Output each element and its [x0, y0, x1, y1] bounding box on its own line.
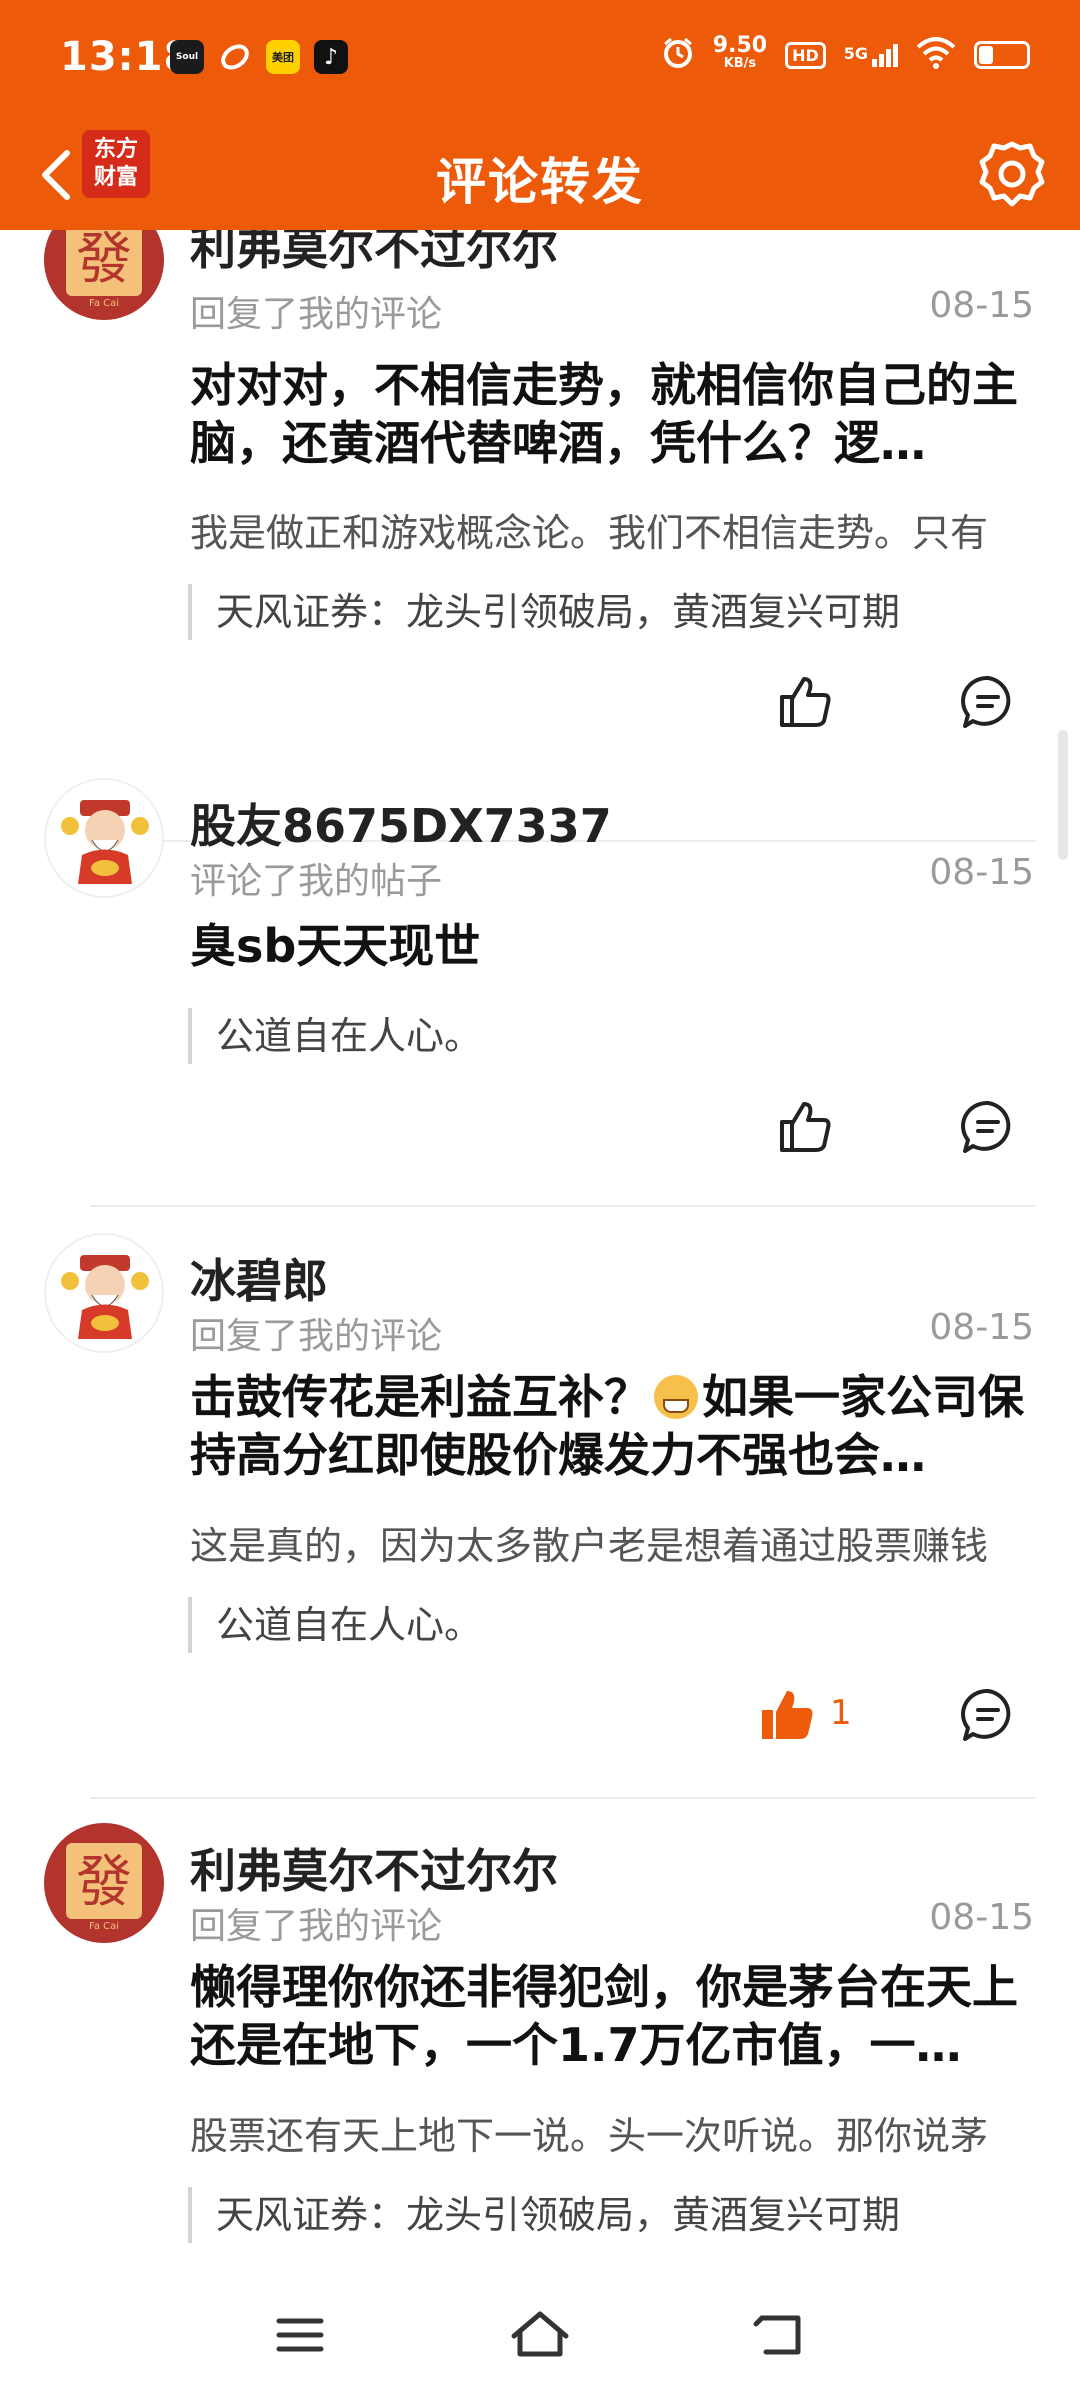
gear-icon [979, 141, 1045, 207]
menu-button[interactable] [260, 2300, 340, 2370]
comment-button[interactable] [953, 1680, 1023, 1750]
list-item[interactable]: 股友8675DX7337 评论了我的帖子 08-15 臭sb天天现世 公道自在人… [0, 770, 1080, 1225]
comment-list[interactable]: 發 Fa Cai 利弗莫尔不过尔尔 回复了我的评论 08-15 对对对，不相信走… [0, 230, 1080, 2280]
date: 08-15 [929, 285, 1034, 326]
comment-button[interactable] [953, 667, 1023, 737]
thumbs-up-filled-icon [762, 1691, 813, 1739]
top-navbar: 东方 财富 评论转发 [0, 120, 1080, 230]
page-title: 评论转发 [436, 153, 644, 211]
svg-text:Fa Cai: Fa Cai [89, 298, 119, 309]
quoted-post[interactable]: 公道自在人心。 [188, 1597, 1038, 1653]
wifi-icon [916, 37, 956, 73]
action-text: 回复了我的评论 [190, 1906, 443, 1947]
douyin-app-icon: ♪ [314, 40, 348, 74]
divider [90, 1797, 1036, 1799]
cellular-signal-icon: 5G [844, 43, 898, 67]
like-button[interactable] [770, 1092, 840, 1162]
like-button[interactable] [752, 1680, 822, 1750]
quoted-post[interactable]: 天风证券：龙头引领破局，黄酒复兴可期 [188, 2187, 1038, 2243]
link-app-icon [218, 40, 252, 74]
status-bar: 13:18 Soul 美团 ♪ 9.50 KB/s HD 5G [0, 0, 1080, 120]
caishen-avatar-icon [61, 800, 149, 884]
reply-text[interactable]: 对对对，不相信走势，就相信你自己的主脑，还黄酒代替啤酒，凭什么？逻… [190, 356, 1030, 472]
back-nav-button[interactable] [740, 2300, 820, 2370]
alarm-icon [661, 36, 695, 74]
user-name[interactable]: 股友8675DX7337 [190, 790, 612, 856]
system-nav-bar [0, 2280, 1080, 2400]
home-button[interactable] [500, 2300, 580, 2370]
soul-app-icon: Soul [170, 40, 204, 74]
reply-text[interactable]: 击鼓传花是利益互补？ 如果一家公司保持高分红即使股价爆发力不强也会… [190, 1368, 1030, 1484]
scrollbar[interactable] [1058, 730, 1068, 860]
user-name[interactable]: 利弗莫尔不过尔尔 [190, 230, 558, 278]
reply-text[interactable]: 臭sb天天现世 [190, 917, 1030, 975]
action-text: 回复了我的评论 [190, 294, 443, 335]
battery-icon [974, 41, 1030, 69]
avatar[interactable]: 發 Fa Cai [44, 230, 164, 320]
fa-cai-avatar-icon: 發 Fa Cai [66, 1843, 142, 1932]
avatar[interactable] [44, 778, 164, 898]
hd-badge: HD [785, 41, 826, 69]
home-icon [511, 2311, 569, 2357]
avatar[interactable]: 發 Fa Cai [44, 1823, 164, 1943]
svg-text:發: 發 [76, 1850, 132, 1915]
quoted-post[interactable]: 公道自在人心。 [188, 1008, 1038, 1064]
original-comment[interactable]: 股票还有天上地下一说。头一次听说。那你说茅 [190, 2105, 1036, 2160]
comment-icon [961, 1100, 1011, 1153]
action-text: 回复了我的评论 [190, 1316, 443, 1357]
divider [90, 1205, 1036, 1207]
comment-button[interactable] [953, 1092, 1023, 1162]
action-text: 评论了我的帖子 [190, 861, 443, 902]
notification-icons: Soul 美团 ♪ [170, 40, 348, 74]
quoted-post[interactable]: 天风证券：龙头引领破局，黄酒复兴可期 [188, 584, 1038, 640]
original-comment[interactable]: 这是真的，因为太多散户老是想着通过股票赚钱 [190, 1515, 1036, 1570]
date: 08-15 [929, 852, 1034, 893]
user-name[interactable]: 利弗莫尔不过尔尔 [190, 1835, 558, 1901]
system-status: 9.50 KB/s HD 5G [661, 33, 1030, 74]
thumbs-up-icon [780, 1102, 831, 1152]
date: 08-15 [929, 1897, 1034, 1938]
user-name[interactable]: 冰碧郎 [190, 1245, 328, 1311]
back-icon [753, 2315, 801, 2355]
comment-icon [961, 675, 1011, 728]
svg-text:發: 發 [76, 230, 132, 292]
network-speed: 9.50 KB/s [712, 33, 768, 72]
date: 08-15 [929, 1307, 1034, 1348]
settings-button[interactable] [972, 134, 1052, 214]
like-button[interactable] [770, 667, 840, 737]
menu-icon [276, 2318, 324, 2352]
list-item[interactable]: 冰碧郎 回复了我的评论 08-15 击鼓传花是利益互补？ 如果一家公司保持高分红即… [0, 1225, 1080, 1815]
avatar[interactable] [44, 1233, 164, 1353]
svg-text:Fa Cai: Fa Cai [89, 1921, 119, 1932]
thumbs-up-icon [780, 677, 831, 727]
meituan-app-icon: 美团 [266, 40, 300, 74]
list-item[interactable]: 發 Fa Cai 利弗莫尔不过尔尔 回复了我的评论 08-15 懒得理你你还非得… [0, 1815, 1080, 2280]
like-count: 1 [830, 1693, 852, 1733]
comment-icon [961, 1688, 1011, 1741]
grin-emoji-icon [654, 1375, 698, 1419]
reply-text[interactable]: 懒得理你你还非得犯剑，你是茅台在天上还是在地下，一个1.7万亿市值，一… [190, 1958, 1030, 2074]
original-comment[interactable]: 我是做正和游戏概念论。我们不相信走势。只有 [190, 502, 1036, 557]
fa-cai-avatar-icon: 發 Fa Cai [66, 230, 142, 309]
caishen-avatar-icon [61, 1255, 149, 1339]
